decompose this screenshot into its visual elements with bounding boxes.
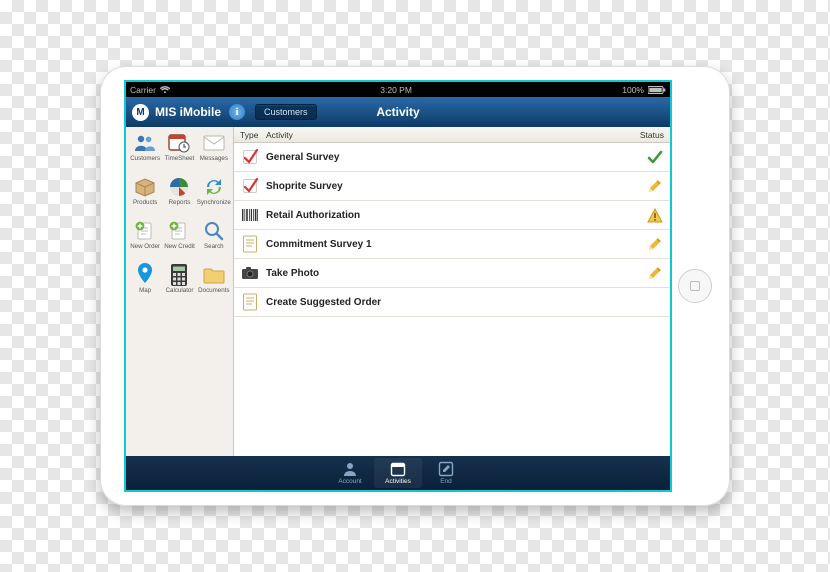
bottom-toolbar: Account Activities End <box>126 456 670 490</box>
activity-name: Shoprite Survey <box>266 181 640 192</box>
sidebar-item-new-credit[interactable]: New Credit <box>162 219 196 261</box>
activity-name: Retail Authorization <box>266 210 640 221</box>
sidebar-item-messages[interactable]: Messages <box>197 131 231 173</box>
activity-name: Commitment Survey 1 <box>266 239 640 250</box>
table-row[interactable]: Create Suggested Order <box>234 288 670 317</box>
sidebar-item-label: New Order <box>130 244 160 250</box>
content-area: Customers TimeSheet Messages Products Report… <box>126 127 670 456</box>
sidebar-item-search[interactable]: Search <box>197 219 231 261</box>
sidebar-item-documents[interactable]: Documents <box>197 263 231 305</box>
check-green-icon <box>646 149 664 165</box>
sidebar-item-label: Customers <box>130 156 160 162</box>
search-icon <box>202 219 226 243</box>
tablet-frame: Carrier 3:20 PM 100% M MIS iMobile i Cus… <box>100 66 730 506</box>
table-row[interactable]: Shoprite Survey <box>234 172 670 201</box>
sidebar-item-label: Map <box>139 288 151 294</box>
battery-label: 100% <box>622 85 644 95</box>
barcode-icon <box>240 208 260 222</box>
toolbar-item-label: Account <box>338 478 362 485</box>
new-order-icon <box>133 219 157 243</box>
brand-logo-icon: M <box>132 104 149 121</box>
toolbar-item-label: End <box>440 478 452 485</box>
clock-label: 3:20 PM <box>380 85 412 95</box>
page-title: Activity <box>376 105 419 119</box>
table-row[interactable]: Commitment Survey 1 <box>234 230 670 259</box>
edit-icon <box>438 461 454 477</box>
sidebar-item-label: TimeSheet <box>165 156 195 162</box>
home-button[interactable] <box>678 269 712 303</box>
checkbox-red-icon <box>240 148 260 166</box>
table-body: General Survey Shoprite Survey Retail Auth… <box>234 143 670 317</box>
col-header-activity: Activity <box>266 130 624 140</box>
toolbar-item-label: Activities <box>385 478 411 485</box>
status-bar: Carrier 3:20 PM 100% <box>126 82 670 97</box>
sidebar: Customers TimeSheet Messages Products Report… <box>126 127 234 456</box>
sidebar-item-products[interactable]: Products <box>128 175 162 217</box>
calendar-clock-icon <box>167 131 191 155</box>
table-row[interactable]: Take Photo <box>234 259 670 288</box>
sidebar-item-synchronize[interactable]: Synchronize <box>197 175 231 217</box>
toolbar-item-account[interactable]: Account <box>326 458 374 488</box>
sidebar-item-calculator[interactable]: Calculator <box>162 263 196 305</box>
person-icon <box>342 461 358 477</box>
warning-icon <box>646 208 664 223</box>
battery-icon <box>648 86 666 94</box>
app-title: MIS iMobile <box>155 105 221 119</box>
people-icon <box>133 131 157 155</box>
sidebar-item-label: Reports <box>169 200 191 206</box>
envelope-icon <box>202 131 226 155</box>
new-credit-icon <box>167 219 191 243</box>
col-header-status: Status <box>624 130 664 140</box>
note-icon <box>240 235 260 253</box>
activity-name: General Survey <box>266 152 640 163</box>
breadcrumb-customers-button[interactable]: Customers <box>255 104 317 120</box>
box-icon <box>133 175 157 199</box>
sidebar-item-new-order[interactable]: New Order <box>128 219 162 261</box>
table-header: Type Activity Status <box>234 127 670 143</box>
sidebar-item-label: Synchronize <box>197 200 231 206</box>
pencil-icon <box>646 236 664 252</box>
sidebar-item-label: Documents <box>198 288 229 294</box>
camera-icon <box>240 266 260 280</box>
sidebar-item-customers[interactable]: Customers <box>128 131 162 173</box>
activity-panel: Type Activity Status General Survey Shopr… <box>234 127 670 456</box>
sidebar-item-label: Calculator <box>166 288 194 294</box>
info-icon[interactable]: i <box>229 104 245 120</box>
calendar-icon <box>390 461 406 477</box>
sync-icon <box>202 175 226 199</box>
carrier-label: Carrier <box>130 85 156 95</box>
calculator-icon <box>167 263 191 287</box>
sidebar-item-timesheet[interactable]: TimeSheet <box>162 131 196 173</box>
sidebar-item-label: Products <box>133 200 157 206</box>
sidebar-item-label: Messages <box>200 156 228 162</box>
activity-name: Take Photo <box>266 268 640 279</box>
pencil-icon <box>646 178 664 194</box>
folder-icon <box>202 263 226 287</box>
note-icon <box>240 293 260 311</box>
nav-bar: M MIS iMobile i Customers Activity <box>126 97 670 127</box>
piechart-icon <box>167 175 191 199</box>
sidebar-item-label: New Credit <box>164 244 195 250</box>
table-row[interactable]: Retail Authorization <box>234 201 670 230</box>
pencil-icon <box>646 265 664 281</box>
col-header-type: Type <box>240 130 266 140</box>
table-row[interactable]: General Survey <box>234 143 670 172</box>
pin-icon <box>133 263 157 287</box>
toolbar-item-end[interactable]: End <box>422 458 470 488</box>
sidebar-item-reports[interactable]: Reports <box>162 175 196 217</box>
sidebar-item-label: Search <box>204 244 224 250</box>
screen: Carrier 3:20 PM 100% M MIS iMobile i Cus… <box>126 82 670 490</box>
wifi-icon <box>160 86 170 94</box>
sidebar-item-map[interactable]: Map <box>128 263 162 305</box>
activity-name: Create Suggested Order <box>266 297 640 308</box>
checkbox-red-icon <box>240 177 260 195</box>
toolbar-item-activities[interactable]: Activities <box>374 458 422 488</box>
